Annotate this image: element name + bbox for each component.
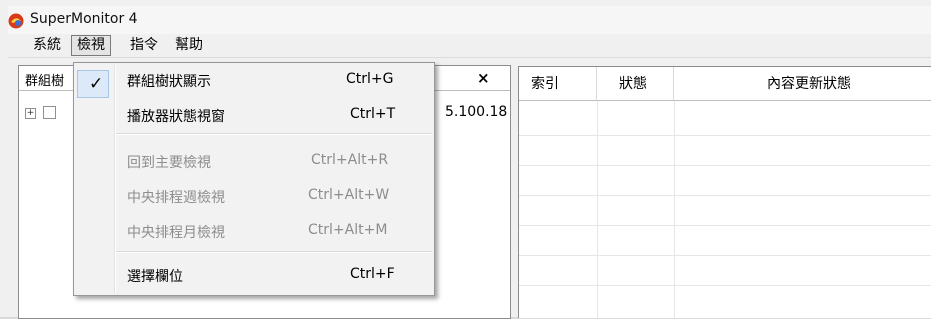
menu-item-back-to-main-view[interactable]: 回到主要檢視 Ctrl+Alt+R bbox=[74, 147, 434, 175]
menu-item-shortcut: Ctrl+G bbox=[346, 71, 394, 87]
player-status-table: 索引 狀態 內容更新狀態 bbox=[518, 66, 931, 318]
column-header-index[interactable]: 索引 bbox=[519, 67, 597, 101]
expand-icon[interactable]: + bbox=[25, 108, 36, 119]
grid-row-line bbox=[519, 285, 931, 286]
menu-help[interactable]: 幫助 bbox=[170, 36, 208, 55]
tree-node-ip: 5.100.18 bbox=[445, 104, 508, 120]
menu-item-shortcut: Ctrl+Alt+M bbox=[308, 222, 388, 238]
menu-item-label: 選擇欄位 bbox=[127, 269, 183, 285]
application-window: SuperMonitor 4 系統 檢視 指令 幫助 群組樹 × + 5.100… bbox=[0, 0, 931, 319]
app-logo-icon bbox=[8, 13, 24, 29]
menu-bar: 系統 檢視 指令 幫助 bbox=[8, 34, 931, 58]
menu-item-label: 回到主要檢視 bbox=[127, 155, 211, 171]
column-header-status[interactable]: 狀態 bbox=[597, 67, 674, 101]
menu-item-shortcut: Ctrl+T bbox=[350, 106, 396, 122]
menu-command[interactable]: 指令 bbox=[125, 36, 163, 55]
close-pane-button[interactable]: × bbox=[477, 69, 490, 87]
group-tree-title: 群組樹 bbox=[25, 74, 65, 89]
column-header-content-update-status[interactable]: 內容更新狀態 bbox=[674, 67, 931, 101]
menu-item-select-columns[interactable]: 選擇欄位 Ctrl+F bbox=[74, 261, 434, 289]
menu-item-group-tree[interactable]: ✓ 群組樹狀顯示 Ctrl+G bbox=[74, 66, 434, 98]
grid-row-line bbox=[519, 225, 931, 226]
menu-item-player-status-window[interactable]: 播放器狀態視窗 Ctrl+T bbox=[74, 101, 434, 129]
menu-item-shortcut: Ctrl+Alt+W bbox=[308, 187, 390, 203]
grid-row-line bbox=[519, 255, 931, 256]
grid-row-line bbox=[519, 165, 931, 166]
grid-row-line bbox=[519, 135, 931, 136]
checkmark-icon: ✓ bbox=[89, 74, 104, 94]
view-menu-dropdown: ✓ 群組樹狀顯示 Ctrl+G 播放器狀態視窗 Ctrl+T 回到主要檢視 Ct… bbox=[73, 62, 435, 296]
grid-row-line bbox=[519, 195, 931, 196]
menu-separator bbox=[116, 251, 432, 253]
menu-item-shortcut: Ctrl+F bbox=[350, 266, 395, 282]
menu-item-central-schedule-month[interactable]: 中央排程月檢視 Ctrl+Alt+M bbox=[74, 217, 434, 245]
menu-item-central-schedule-week[interactable]: 中央排程週檢視 Ctrl+Alt+W bbox=[74, 182, 434, 210]
tree-node-checkbox[interactable] bbox=[43, 106, 56, 119]
menu-item-label: 播放器狀態視窗 bbox=[127, 109, 225, 125]
menu-item-label: 群組樹狀顯示 bbox=[127, 74, 211, 90]
title-bar[interactable] bbox=[8, 6, 931, 34]
menu-item-label: 中央排程月檢視 bbox=[127, 225, 225, 241]
window-title: SuperMonitor 4 bbox=[30, 11, 138, 27]
menu-gutter bbox=[114, 65, 116, 293]
menu-item-checked-box: ✓ bbox=[77, 70, 109, 98]
menu-view[interactable]: 檢視 bbox=[71, 35, 111, 56]
menu-item-label: 中央排程週檢視 bbox=[127, 190, 225, 206]
menu-item-shortcut: Ctrl+Alt+R bbox=[311, 152, 389, 168]
menu-system[interactable]: 系統 bbox=[28, 36, 66, 55]
menu-separator bbox=[116, 133, 432, 135]
